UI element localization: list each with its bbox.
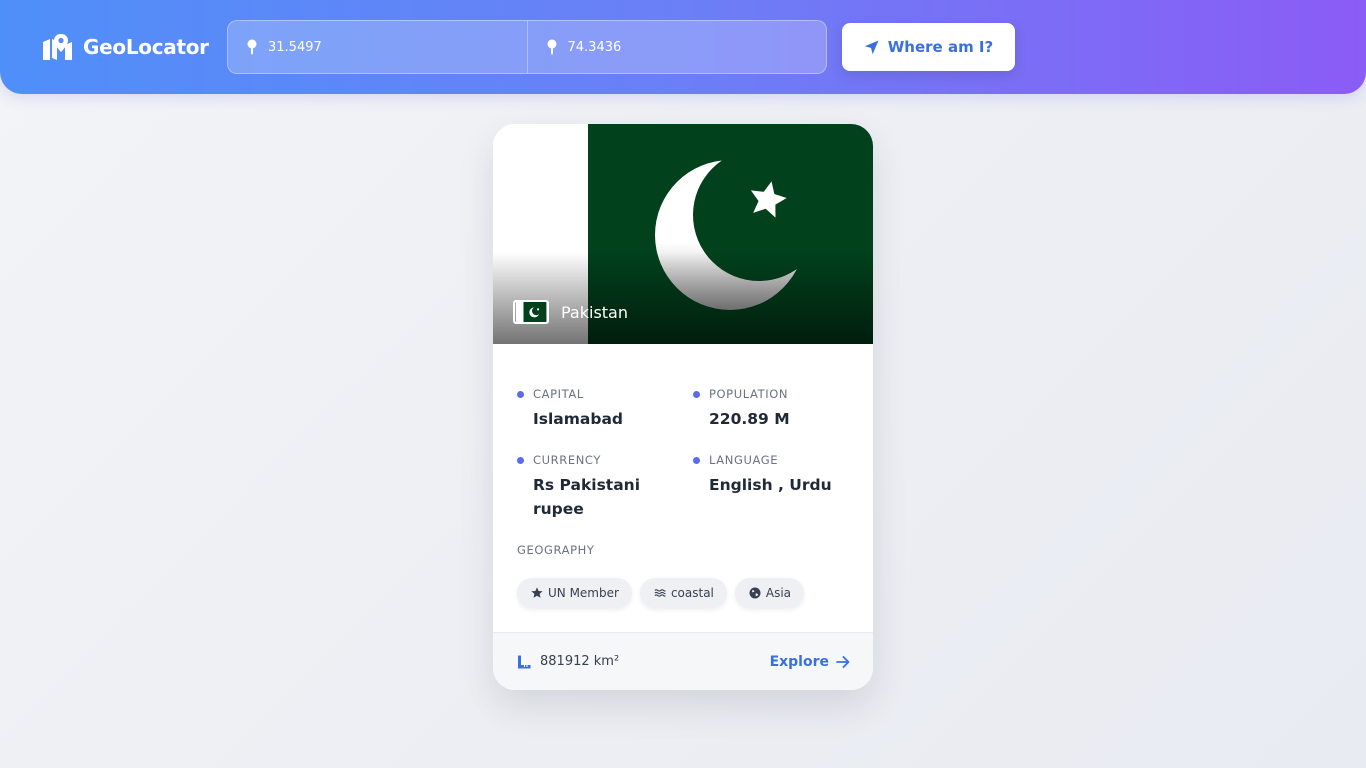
currency-label: CURRENCY [533,453,601,467]
population-field: POPULATION 220.89 M [693,387,853,431]
geography-tags: UN Member coastal Asia [517,578,805,608]
location-arrow-icon [864,40,879,54]
longitude-input[interactable] [567,39,788,55]
star-icon [531,587,543,598]
pushpin-icon [247,39,257,55]
language-field: LANGUAGE English , Urdu [693,453,853,521]
population-label: POPULATION [709,387,789,401]
country-name: Pakistan [561,302,628,322]
pushpin-icon [547,39,556,55]
population-value: 220.89 M [709,410,790,428]
tag-label: UN Member [548,586,619,600]
explore-link[interactable]: Explore [770,654,850,670]
capital-label: CAPITAL [533,387,584,401]
language-label: LANGUAGE [709,453,779,467]
bullet-dot [517,456,524,464]
brand[interactable]: GeoLocator [42,33,209,61]
bullet-dot [693,456,700,464]
bullet-dot [693,390,700,398]
coordinate-search [227,20,827,74]
country-title-row: Pakistan [513,300,628,324]
top-header: GeoLocator Where am I? [0,0,1366,94]
explore-label: Explore [769,653,829,670]
capital-field: CAPITAL Islamabad [517,387,693,431]
latitude-input[interactable] [268,39,488,55]
map-pin-logo-icon [43,34,72,60]
tag-un-member[interactable]: UN Member [517,578,632,608]
app-name: GeoLocator [83,35,209,59]
ruler-icon [518,655,531,668]
arrow-right-icon [836,655,850,668]
bullet-dot [517,390,524,398]
language-value: English , Urdu [709,476,832,494]
tag-coastal[interactable]: coastal [639,578,727,608]
tag-label: coastal [670,586,714,600]
where-am-i-button[interactable]: Where am I? [842,23,1015,71]
currency-field: CURRENCY Rs Pakistani rupee [517,453,693,521]
country-details: CAPITAL Islamabad POPULATION 220.89 M CU… [517,387,857,521]
currency-value: Rs Pakistani rupee [533,476,641,518]
where-am-i-label: Where am I? [887,38,994,56]
geography-heading: GEOGRAPHY [517,543,595,557]
flag-hero-image: Pakistan [493,124,873,344]
card-footer: 881912 km² Explore [493,632,873,690]
area-value: 881912 km² [540,654,620,669]
water-icon [654,589,666,597]
tag-asia[interactable]: Asia [734,578,805,608]
latitude-field[interactable] [228,21,527,73]
hero-gradient-overlay [493,252,873,344]
area-info: 881912 km² [517,654,619,669]
capital-value: Islamabad [533,410,624,428]
longitude-field[interactable] [526,21,827,73]
globe-icon [749,587,761,599]
pakistan-flag-icon [513,300,549,324]
tag-label: Asia [765,586,792,600]
country-card: Pakistan CAPITAL Islamabad POPULATION 22… [493,124,873,690]
